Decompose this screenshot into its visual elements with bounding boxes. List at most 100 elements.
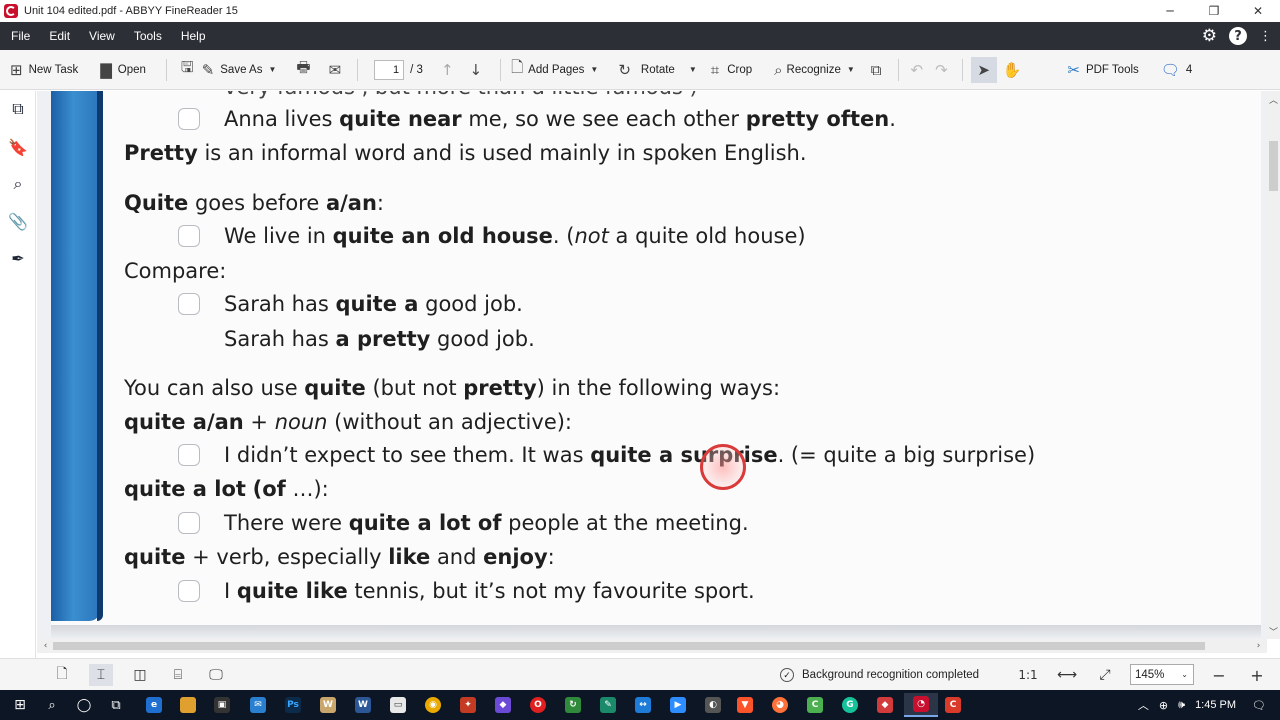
minimize-button[interactable]: ─: [1148, 0, 1192, 22]
open-button[interactable]: ▇ Open: [100, 56, 146, 84]
pdf-tools-icon: ✂: [1067, 60, 1080, 79]
file-explorer-icon[interactable]: [180, 697, 196, 713]
menu-view[interactable]: View: [79, 29, 124, 43]
document-viewer[interactable]: very famous , but more than a little fam…: [37, 91, 1267, 639]
save-as-button[interactable]: ✎ Save As ▼: [202, 56, 277, 84]
attachment-icon[interactable]: 📎: [8, 211, 28, 231]
menu-bar: File Edit View Tools Help ⚙ ? ⋮: [0, 22, 1280, 50]
firefox-icon[interactable]: ◕: [772, 697, 788, 713]
horizontal-scrollbar[interactable]: ‹ ›: [37, 639, 1267, 653]
scroll-left-arrow-icon[interactable]: ‹: [39, 639, 52, 653]
vertical-scroll-thumb[interactable]: [1269, 141, 1278, 191]
restore-button[interactable]: ❐: [1192, 0, 1236, 22]
fit-page-icon[interactable]: ⤢: [1093, 664, 1117, 686]
task-view-icon[interactable]: ⧉: [104, 693, 128, 717]
close-button[interactable]: ✕: [1236, 0, 1280, 22]
previous-page-button[interactable]: ↑: [441, 56, 454, 84]
app-icon[interactable]: ✎: [600, 697, 616, 713]
grammarly-icon[interactable]: G: [842, 697, 858, 713]
app-icon[interactable]: ✦: [460, 697, 476, 713]
pdf-tools-label: PDF Tools: [1085, 63, 1139, 76]
page-number-input[interactable]: 1: [374, 59, 405, 80]
actual-size-button[interactable]: 1:1: [1016, 664, 1040, 686]
pdf-tools-button[interactable]: ✂ PDF Tools: [1067, 56, 1138, 84]
compare-button[interactable]: ⧉: [871, 56, 882, 84]
app-icon[interactable]: ◆: [877, 697, 893, 713]
bookmark-icon[interactable]: 🔖: [8, 137, 28, 157]
window-menu-icon[interactable]: ⋮: [1259, 29, 1272, 44]
scroll-right-arrow-icon[interactable]: ›: [1252, 639, 1265, 653]
vertical-scrollbar[interactable]: ︿ ﹀: [1267, 91, 1280, 639]
fit-width-icon[interactable]: ⟷: [1055, 664, 1079, 686]
search-icon[interactable]: ⌕: [40, 693, 64, 717]
select-tool-button[interactable]: ➤: [970, 56, 997, 84]
clock[interactable]: 1:45 PM: [1195, 699, 1236, 711]
comments-button[interactable]: 🗨 4: [1161, 56, 1192, 84]
abbyy-taskbar-button[interactable]: ◔: [904, 693, 938, 717]
show-hidden-icons-icon[interactable]: ︿: [1138, 697, 1149, 713]
two-page-scroll-view-icon[interactable]: ⌸: [166, 664, 190, 686]
zoom-out-icon[interactable]: −: [1207, 664, 1231, 686]
print-button[interactable]: 🖶: [296, 56, 310, 84]
notepad-icon[interactable]: W: [320, 697, 336, 713]
menu-edit[interactable]: Edit: [39, 29, 79, 43]
crop-button[interactable]: ⌗ Crop: [711, 56, 752, 84]
text-line: I didn’t expect to see them. It was quit…: [224, 443, 1036, 467]
abbyy-compare-icon[interactable]: C: [945, 697, 961, 713]
continuous-view-icon[interactable]: ⌶: [89, 664, 113, 686]
notifications-icon[interactable]: 🗨: [1252, 699, 1266, 712]
two-page-view-icon[interactable]: ◫: [128, 664, 152, 686]
photoshop-icon[interactable]: Ps: [285, 697, 301, 713]
store-icon[interactable]: ▣: [214, 697, 230, 713]
app-icon[interactable]: ◆: [495, 697, 511, 713]
opera-icon[interactable]: O: [530, 697, 546, 713]
fullscreen-view-icon[interactable]: 🖵: [204, 664, 228, 686]
menu-file[interactable]: File: [0, 29, 39, 43]
windows-taskbar: ⊞ ⌕ ◯ ⧉ e ▣ ✉ Ps W W ▭ ◉ ✦ ◆ O ↻ ✎ ↔ ▶ ◐…: [0, 690, 1280, 720]
app-icon[interactable]: ▭: [390, 697, 406, 713]
zoom-select[interactable]: 145% ⌄: [1130, 664, 1194, 685]
volume-icon[interactable]: 🕪: [1178, 698, 1185, 712]
mail-icon[interactable]: ✉: [250, 697, 266, 713]
cortana-icon[interactable]: ◯: [72, 693, 96, 717]
horizontal-scroll-thumb[interactable]: [53, 642, 1205, 650]
menu-help[interactable]: Help: [171, 29, 215, 43]
single-page-view-icon[interactable]: 🗋: [50, 664, 74, 686]
email-button[interactable]: ✉: [329, 56, 342, 84]
scroll-up-arrow-icon[interactable]: ︿: [1267, 93, 1280, 106]
recognize-button[interactable]: ⌕ Recognize ▼: [774, 56, 855, 84]
brave-icon[interactable]: ▼: [737, 697, 753, 713]
audio-checkbox[interactable]: [178, 225, 200, 247]
audio-checkbox[interactable]: [178, 444, 200, 466]
undo-button[interactable]: ↶: [911, 56, 924, 84]
add-pages-button[interactable]: 🗋 Add Pages ▼: [511, 56, 598, 84]
word-icon[interactable]: W: [355, 697, 371, 713]
app-icon[interactable]: ↔: [635, 697, 651, 713]
next-page-button[interactable]: ↓: [470, 56, 483, 84]
scroll-down-arrow-icon[interactable]: ﹀: [1267, 625, 1280, 638]
hand-tool-button[interactable]: ✋: [1003, 56, 1022, 84]
zoom-in-icon[interactable]: +: [1245, 664, 1269, 686]
audio-checkbox[interactable]: [178, 512, 200, 534]
audio-checkbox[interactable]: [178, 293, 200, 315]
menu-tools[interactable]: Tools: [124, 29, 171, 43]
save-button[interactable]: 🖫: [181, 56, 194, 84]
audio-checkbox[interactable]: [178, 108, 200, 130]
network-icon[interactable]: ⊕: [1159, 699, 1168, 712]
chrome-icon[interactable]: ◉: [425, 697, 441, 713]
search-icon[interactable]: ⌕: [8, 174, 28, 194]
camtasia-icon[interactable]: C: [807, 697, 823, 713]
audio-checkbox[interactable]: [178, 580, 200, 602]
app-icon[interactable]: ◐: [705, 697, 721, 713]
redo-button[interactable]: ↷: [935, 56, 948, 84]
settings-gear-icon[interactable]: ⚙: [1202, 26, 1217, 46]
rotate-button[interactable]: ↻ Rotate ▼: [618, 56, 696, 84]
new-task-button[interactable]: ⊞ New Task: [10, 56, 78, 84]
edge-icon[interactable]: e: [146, 697, 162, 713]
zoom-app-icon[interactable]: ▶: [670, 697, 686, 713]
windows-start-icon[interactable]: ⊞: [8, 693, 32, 717]
app-icon[interactable]: ↻: [565, 697, 581, 713]
help-icon[interactable]: ?: [1229, 27, 1247, 45]
signature-pen-icon[interactable]: ✒: [8, 248, 28, 268]
pages-panel-icon[interactable]: ⧉: [8, 99, 28, 119]
